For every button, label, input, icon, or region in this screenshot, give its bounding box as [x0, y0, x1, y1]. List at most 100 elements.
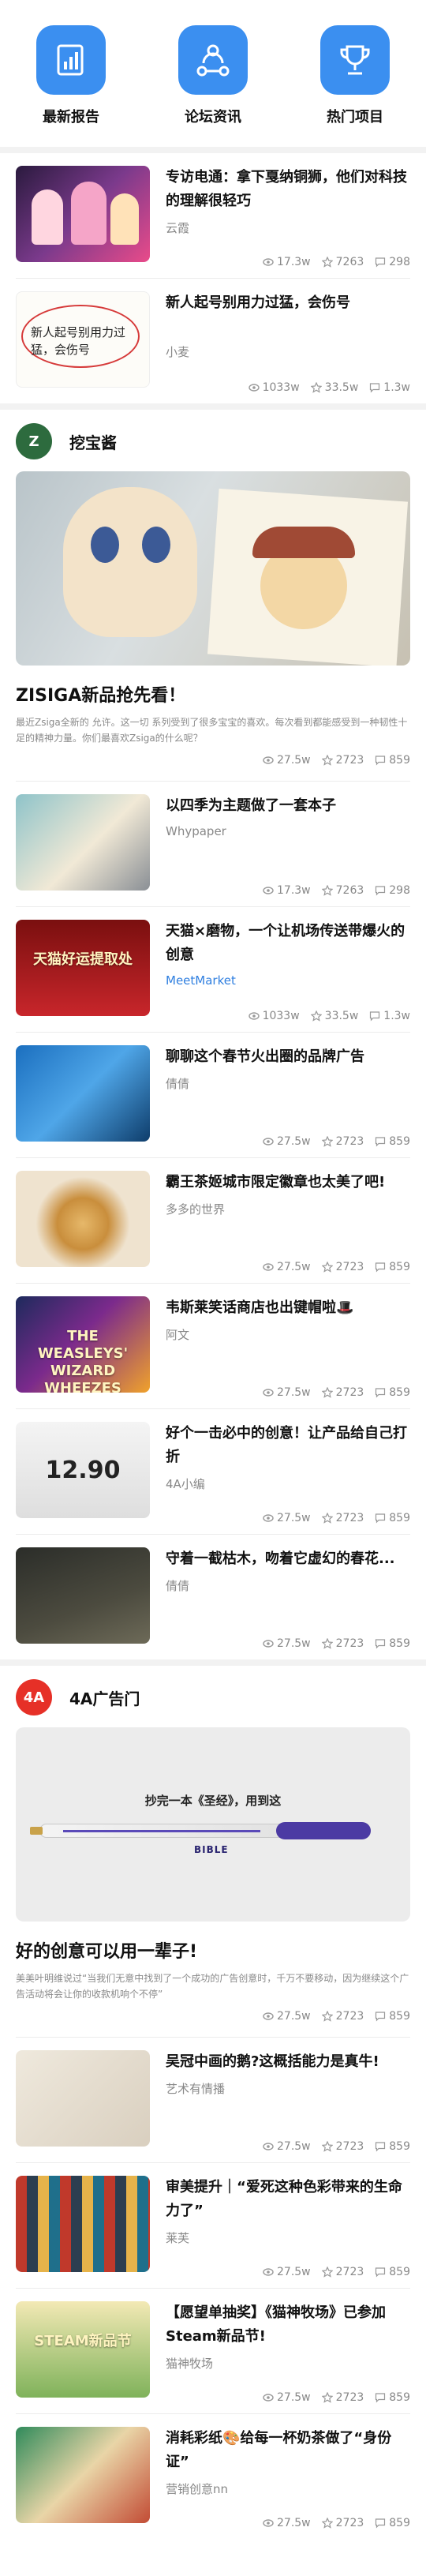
eye-icon [248, 384, 260, 392]
list-item[interactable]: 12.90 好个一击必中的创意！让产品给自己打折 4A小编 27.5w 2723 859 [0, 1409, 426, 1534]
forum-network-icon [178, 25, 248, 95]
thumbnail-image: THE WEASLEYS' WIZARD WHEEZES [16, 1296, 150, 1393]
thumbnail-text: THE WEASLEYS' WIZARD WHEEZES [37, 1328, 129, 1393]
item-title: 天猫×磨物，一个让机场传送带爆火的创意 [166, 923, 405, 963]
comment-count: 859 [389, 1261, 410, 1273]
feature-card[interactable]: 抄完一本《圣经》，用到这 BIBLE 好的创意可以用一辈子! 美美叶明维说过“当… [0, 1727, 426, 2037]
report-chart-icon [36, 25, 106, 95]
comment-icon [376, 756, 386, 766]
feature-image-caption: 抄完一本《圣经》，用到这 [144, 1794, 282, 1808]
item-source: 艺术有情播 [166, 2082, 226, 2096]
view-count: 27.5w [277, 2517, 311, 2529]
item-title: 吴冠中画的鹅?这概括能力是真牛! [166, 2053, 379, 2070]
eye-icon [263, 2012, 274, 2020]
item-title: 【愿望单抽奖】《猫神牧场》已参加Steam新品节! [166, 2304, 386, 2345]
list-item[interactable]: 天猫好运提取处 天猫×磨物，一个让机场传送带爆火的创意 MeetMarket 1033… [0, 907, 426, 1032]
feature-title: ZISIGA新品抢先看！ [16, 686, 186, 706]
item-source: 猫神牧场 [166, 2357, 214, 2371]
nav-label: 论坛资讯 [185, 109, 241, 126]
star-icon [321, 2518, 333, 2529]
feature-image [16, 471, 410, 666]
item-stats: 27.5w 2723 859 [263, 1637, 410, 1650]
list-item[interactable]: 审美提升｜“爱死这种色彩带来的生命力了” 莱芙 27.5w 2723 859 [0, 2163, 426, 2288]
item-source: MeetMarket [166, 973, 236, 988]
star-icon [310, 1011, 322, 1022]
star-count: 7263 [335, 256, 364, 268]
comment-count: 1.3w [383, 1010, 410, 1022]
item-stats: 17.3w 7263 298 [263, 256, 410, 268]
nav-hot-projects[interactable]: 热门项目 [296, 25, 414, 126]
item-title: 新人起号别用力过猛，会伤号 [166, 294, 350, 311]
list-item[interactable]: 新人起号别用力过猛，会伤号 新人起号别用力过猛，会伤号 小麦 1033w 33.… [0, 279, 426, 403]
view-count: 27.5w [277, 2010, 311, 2023]
thumbnail-image [16, 1171, 150, 1267]
divider [0, 1659, 426, 1666]
item-title: 以四季为主题做了一套本子 [166, 797, 336, 814]
item-stats: 1033w 33.5w 1.3w [248, 1010, 410, 1022]
star-count: 33.5w [324, 1010, 359, 1022]
nav-latest-report[interactable]: 最新报告 [12, 25, 130, 126]
section-logo: 4A [16, 1679, 52, 1715]
item-stats: 27.5w 2723 859 [263, 2391, 410, 2404]
list-item[interactable]: 守着一截枯木，吻着它虚幻的春花... 倩倩 27.5w 2723 859 [0, 1535, 426, 1659]
list-item[interactable]: THE WEASLEYS' WIZARD WHEEZES 韦斯莱笑话商店也出键帽啦… [0, 1284, 426, 1408]
list-item[interactable]: 专访电通：拿下戛纳铜狮，他们对科技的理解很轻巧 云霞 17.3w 7263 29… [0, 153, 426, 278]
comment-count: 859 [389, 1386, 410, 1399]
star-icon [321, 755, 333, 766]
item-source: Whypaper [166, 824, 226, 838]
item-source: 阿文 [166, 1328, 190, 1342]
star-count: 2723 [335, 2391, 364, 2404]
view-count: 27.5w [277, 1261, 311, 1273]
comment-count: 859 [389, 2266, 410, 2278]
star-count: 2723 [335, 2517, 364, 2529]
feature-stats: 27.5w 2723 859 [16, 2010, 410, 2023]
item-source: 倩倩 [166, 1579, 190, 1593]
item-title: 霸王茶姬城市限定徽章也太美了吧! [166, 1174, 386, 1191]
nav-forum-news[interactable]: 论坛资讯 [154, 25, 272, 126]
star-icon [321, 1387, 333, 1398]
eye-icon [263, 1263, 274, 1271]
item-stats: 27.5w 2723 859 [263, 2140, 410, 2153]
comment-icon [376, 1639, 386, 1649]
list-item[interactable]: 吴冠中画的鹅?这概括能力是真牛! 艺术有情播 27.5w 2723 859 [0, 2038, 426, 2162]
thumbnail-handwriting: 新人起号别用力过猛，会伤号 [31, 325, 126, 357]
thumbnail-image [16, 1045, 150, 1142]
list-item[interactable]: STEAM新品节 【愿望单抽奖】《猫神牧场》已参加Steam新品节! 猫神牧场 27.… [0, 2289, 426, 2413]
divider [0, 403, 426, 410]
view-count: 27.5w [277, 1135, 311, 1148]
comment-icon [376, 886, 386, 896]
item-title: 好个一击必中的创意！让产品给自己打折 [166, 1425, 407, 1465]
view-count: 27.5w [277, 754, 311, 767]
star-icon [321, 2392, 333, 2403]
list-item[interactable]: 霸王茶姬城市限定徽章也太美了吧! 多多的世界 27.5w 2723 859 [0, 1158, 426, 1283]
comment-count: 298 [389, 884, 410, 897]
section-header[interactable]: Z 挖宝酱 [0, 410, 426, 471]
item-title: 守着一截枯木，吻着它虚幻的春花... [166, 1550, 395, 1567]
view-count: 1033w [262, 1010, 300, 1022]
star-count: 2723 [335, 2010, 364, 2023]
star-icon [310, 382, 322, 393]
thumbnail-image [16, 1547, 150, 1644]
divider [0, 147, 426, 153]
section-header[interactable]: 4A 4A广告门 [0, 1666, 426, 1727]
item-stats: 1033w 33.5w 1.3w [248, 381, 410, 394]
comment-count: 859 [389, 754, 410, 767]
list-item[interactable]: 以四季为主题做了一套本子 Whypaper 17.3w 7263 298 [0, 782, 426, 906]
star-count: 7263 [335, 884, 364, 897]
comment-icon [376, 2142, 386, 2152]
star-icon [321, 885, 333, 896]
star-count: 2723 [335, 1637, 364, 1650]
comment-icon [370, 383, 380, 393]
feature-card[interactable]: ZISIGA新品抢先看！ 最近Zsiga全新的 允许。这一切 系列受到了很多宝宝… [0, 471, 426, 781]
feature-stats: 27.5w 2723 859 [16, 754, 410, 767]
section-title: 4A广告门 [69, 1689, 140, 1708]
star-icon [321, 2267, 333, 2278]
view-count: 27.5w [277, 1512, 311, 1524]
star-count: 2723 [335, 1386, 364, 1399]
star-icon [321, 1638, 333, 1649]
feature-description: 美美叶明维说过“当我们无意中找到了一个成功的广告创意时，千万不要移动，因为继续这… [16, 1973, 409, 2000]
list-item[interactable]: 消耗彩纸🎨给每一杯奶茶做了“身份证” 营销创意nn 27.5w 2723 859 [0, 2414, 426, 2539]
star-icon [321, 1262, 333, 1273]
comment-count: 1.3w [383, 381, 410, 394]
list-item[interactable]: 聊聊这个春节火出圈的品牌广告 倩倩 27.5w 2723 859 [0, 1033, 426, 1157]
